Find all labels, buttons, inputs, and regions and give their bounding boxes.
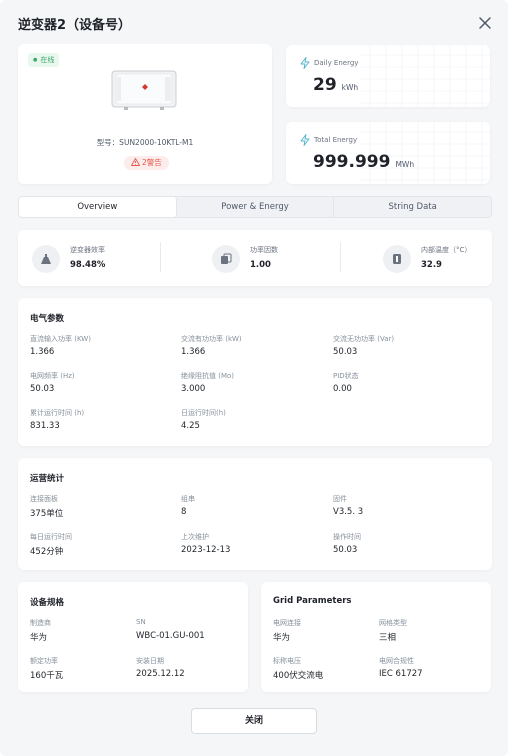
kpi-card: 逆变器效率 98.48% 功率因数 1.00 内部温度（°C） 32.9	[18, 230, 492, 286]
total-energy-unit: MWh	[395, 160, 415, 169]
section-title: Grid Parameters	[273, 596, 352, 606]
field-value: WBC-01.GU-001	[136, 631, 205, 641]
field-value: 50.03	[333, 347, 358, 357]
tab-bar: Overview Power & Energy String Data	[18, 196, 492, 218]
dialog-title: 逆变器2（设备号）	[18, 18, 132, 33]
total-energy-card: Total Energy 999.999 MWh	[286, 122, 490, 184]
field-label: 标称电压	[273, 657, 301, 665]
electrical-params-card: 电气参数 直流输入功率 (KW) 1.366 交流有功功率 (kW) 1.366…	[18, 298, 492, 446]
warning-count: 2警告	[142, 158, 162, 167]
total-energy-value: 999.999 MWh	[313, 152, 414, 172]
field-value: 400伏交流电	[273, 671, 324, 681]
field-value: 华为	[273, 633, 291, 643]
field-value: 8	[181, 507, 187, 517]
section-title: 运营统计	[30, 474, 65, 484]
field-value: 0.00	[333, 384, 352, 394]
power-factor-icon	[212, 245, 240, 273]
thermometer-icon	[383, 245, 411, 273]
field-label: 组串	[181, 495, 195, 503]
warning-icon	[131, 158, 140, 166]
field-value: 831.33	[30, 421, 60, 431]
daily-energy-value: 29 kWh	[313, 75, 358, 95]
model-label: 型号：SUN2000-10KTL-M1	[96, 138, 194, 147]
kpi-label: 功率因数	[250, 246, 278, 254]
field-label: 交流无功功率 (Var)	[333, 335, 395, 343]
divider	[160, 242, 161, 272]
field-value: 50.03	[30, 384, 55, 394]
field-label: 额定功率	[30, 657, 58, 665]
field-label: 交流有功功率 (kW)	[181, 335, 242, 343]
online-status-badge: 在线	[28, 53, 60, 67]
field-label: 固件	[333, 495, 347, 503]
field-value: 2025.12.12	[136, 669, 185, 679]
efficiency-icon	[32, 245, 60, 273]
field-label: 连接面板	[30, 495, 58, 503]
field-value: 1.366	[181, 347, 206, 357]
lightning-icon	[300, 57, 310, 69]
field-value: 375单位	[30, 509, 64, 519]
close-icon[interactable]	[476, 14, 494, 32]
daily-energy-label: Daily Energy	[314, 59, 359, 67]
field-label: 电网合规性	[379, 657, 414, 665]
daily-energy-card: Daily Energy 29 kWh	[286, 45, 490, 107]
close-button[interactable]: 关闭	[191, 708, 317, 734]
energy-total-icon	[300, 134, 310, 146]
inverter-image	[111, 70, 177, 110]
field-value: IEC 61727	[379, 669, 423, 679]
operations-card: 运营统计 连接面板 375单位 组串 8 固件 V3.5. 3 每日运行时间 4…	[18, 458, 492, 570]
field-label: 网格类型	[379, 619, 407, 627]
field-label: 电网频率 (Hz)	[30, 372, 75, 380]
field-label: 电网连接	[273, 619, 301, 627]
field-value: 华为	[30, 633, 48, 643]
field-value: V3.5. 3	[333, 507, 364, 517]
field-value: 4.25	[181, 421, 200, 431]
warning-badge[interactable]: 2警告	[124, 156, 169, 170]
device-card: 在线 型号：SUN2000-10KTL-M1 2警告	[18, 44, 272, 184]
section-title: 设备规格	[30, 598, 65, 608]
field-label: SN	[136, 618, 146, 626]
total-energy-label: Total Energy	[314, 136, 358, 144]
kpi-label: 内部温度（°C）	[421, 246, 472, 254]
field-value: 2023-12-13	[181, 545, 231, 555]
field-label: PID状态	[333, 372, 359, 380]
total-energy-number: 999.999	[313, 152, 391, 172]
field-label: 累计运行时间 (h)	[30, 409, 85, 417]
field-label: 制造商	[30, 619, 51, 627]
field-value: 452分钟	[30, 547, 64, 557]
field-value: 3.000	[181, 384, 206, 394]
grid-params-card: Grid Parameters 电网连接 华为 网格类型 三相 标称电压 400…	[261, 582, 491, 692]
section-title: 电气参数	[30, 314, 65, 324]
field-value: 1.366	[30, 347, 55, 357]
tab-overview[interactable]: Overview	[19, 197, 177, 217]
kpi-label: 逆变器效率	[70, 246, 105, 254]
inverter-detail-dialog: 逆变器2（设备号） 在线 型号：SUN2000-10KTL-M1 2警告	[0, 0, 508, 756]
field-label: 每日运行时间	[30, 533, 72, 541]
field-label: 上次维护	[181, 533, 209, 541]
tab-string-data[interactable]: String Data	[334, 197, 491, 217]
field-value: 三相	[379, 633, 397, 643]
field-value: 50.03	[333, 545, 358, 555]
field-label: 安装日期	[136, 657, 164, 665]
kpi-value: 32.9	[421, 260, 442, 270]
tab-power-energy[interactable]: Power & Energy	[177, 197, 335, 217]
daily-energy-number: 29	[313, 75, 337, 95]
kpi-value: 1.00	[250, 260, 271, 270]
field-value: 160千瓦	[30, 671, 64, 681]
field-label: 直流输入功率 (KW)	[30, 335, 91, 343]
device-spec-card: 设备规格 制造商 华为 SN WBC-01.GU-001 额定功率 160千瓦 …	[18, 582, 248, 692]
kpi-value: 98.48%	[70, 260, 106, 270]
daily-energy-unit: kWh	[341, 83, 359, 92]
field-label: 操作时间	[333, 533, 361, 541]
field-label: 绝缘阻抗值 (Mo)	[181, 372, 235, 380]
grid-pattern	[360, 45, 490, 107]
field-label: 日运行时间(h)	[181, 409, 226, 417]
divider	[340, 242, 341, 272]
